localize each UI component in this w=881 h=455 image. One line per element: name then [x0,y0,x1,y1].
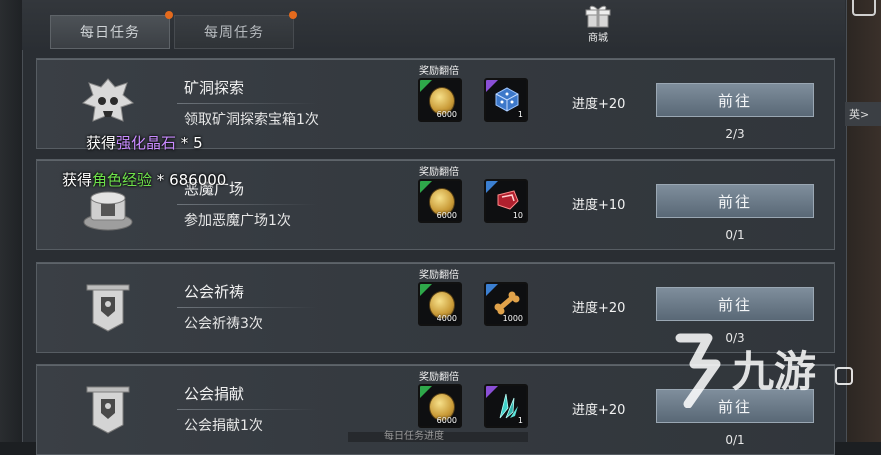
rarity-corner [420,80,432,92]
notification-dot [289,11,297,19]
reward-double-label: 奖励翻倍 [419,66,459,77]
go-button[interactable]: 前往 [656,287,814,321]
task-title: 矿洞探索 [184,79,245,97]
reward-slot[interactable]: 6000 [418,78,462,122]
popup-item: 强化晶石 [116,134,177,152]
task-count: 0/1 [725,228,745,242]
guild-banner-icon [86,284,130,332]
reward-slot[interactable]: 6000 [418,179,462,223]
reward-quantity: 1000 [502,314,523,323]
reward-slot[interactable]: 10 [484,179,528,223]
popup-item: 角色经验 [92,171,153,189]
side-panel-tab[interactable]: 英> [845,102,881,126]
rarity-corner [420,181,432,193]
progress-reward: 进度+20 [572,301,626,316]
reward-double-label: 奖励翻倍 [419,167,459,178]
rarity-corner [420,284,432,296]
reward-slot[interactable]: 6000 [418,384,462,428]
task-description: 公会捐献1次 [184,418,263,434]
progress-reward: 进度+20 [572,97,626,112]
popup-prefix: 获得 [86,134,117,152]
task-title: 公会祈祷 [184,283,245,301]
reward-quantity: 6000 [436,416,457,425]
gift-icon [585,5,611,28]
reward-quantity: 10 [512,211,523,220]
task-count: 0/1 [725,433,745,447]
tab-daily-tasks[interactable]: 每日任务 [50,11,173,49]
svg-text:九游: 九游 [732,347,816,396]
shop-button[interactable]: 商城 [578,4,618,46]
go-button[interactable]: 前往 [656,83,814,117]
popup-suffix: * 5 [176,134,203,152]
go-button[interactable]: 前往 [656,184,814,218]
reward-slot[interactable]: 1 [484,384,528,428]
shop-label: 商城 [588,33,608,44]
progress-reward: 进度+10 [572,198,626,213]
red-gem-icon [497,190,519,210]
task-description: 领取矿洞探索宝箱1次 [184,112,319,128]
bottom-progress-label: 每日任务进度 [348,432,528,442]
reward-quantity: 4000 [436,314,457,323]
task-title: 公会捐献 [184,385,245,403]
reward-quantity: 6000 [436,211,457,220]
dice-box-icon [495,87,519,112]
guild-banner-icon [86,386,130,434]
reward-slot[interactable]: 4000 [418,282,462,326]
divider [177,409,317,410]
rarity-corner [420,386,432,398]
divider [177,307,317,308]
popup-suffix: * 686000 [152,171,227,189]
reward-slot[interactable]: 1 [484,78,528,122]
reward-slot[interactable]: 1000 [484,282,528,326]
tab-daily-tasks-label: 每日任务 [80,25,140,41]
bone-icon [494,291,520,315]
progress-reward: 进度+20 [572,403,626,418]
background-left [0,0,22,442]
task-description: 参加恶魔广场1次 [184,213,291,229]
divider [177,204,317,205]
skull-emblem-icon [81,78,135,122]
reward-popup: 获得强化晶石 * 5 [86,132,203,153]
reward-quantity: 1 [517,110,523,119]
task-count: 2/3 [725,127,745,141]
crystal-shard-icon [499,393,518,419]
task-description: 公会祈祷3次 [184,316,263,332]
divider [177,103,317,104]
popup-prefix: 获得 [62,171,93,189]
tab-weekly-tasks[interactable]: 每周任务 [174,11,297,49]
reward-popup: 获得角色经验 * 686000 [62,169,226,190]
tab-weekly-tasks-label: 每周任务 [204,25,264,41]
jiuyou-watermark-logo: 九游 [675,333,853,408]
reward-quantity: 1 [517,416,523,425]
close-icon[interactable] [852,0,876,16]
notification-dot [165,11,173,19]
reward-double-label: 奖励翻倍 [419,270,459,281]
reward-double-label: 奖励翻倍 [419,372,459,383]
reward-quantity: 6000 [436,110,457,119]
